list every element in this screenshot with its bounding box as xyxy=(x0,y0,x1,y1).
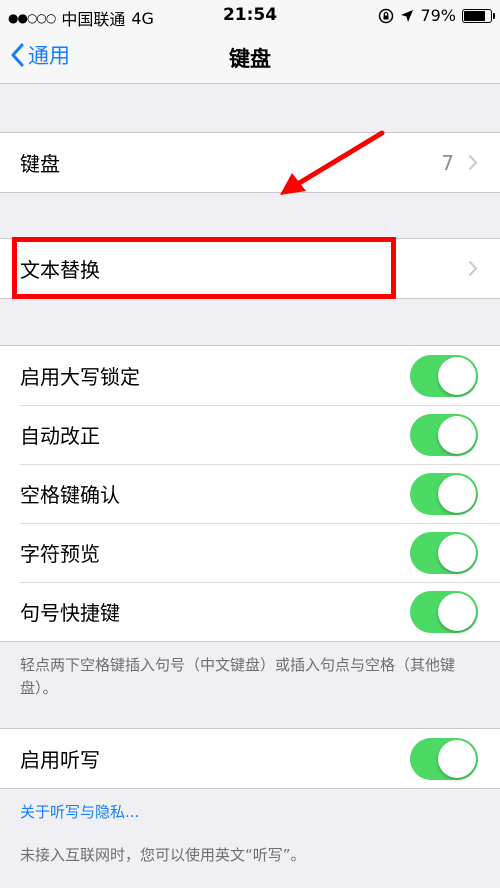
toggle-label: 启用大写锁定 xyxy=(20,365,140,389)
toggle-knob xyxy=(438,475,476,513)
chevron-right-icon xyxy=(468,154,478,171)
toggle-knob xyxy=(438,357,476,395)
keyboards-label: 键盘 xyxy=(20,152,60,176)
auto-capitalization-row: 启用大写锁定 xyxy=(0,346,500,405)
dictation-row: 启用听写 xyxy=(0,729,500,788)
period-shortcut-note: 轻点两下空格键插入句号（中文键盘）或插入句点与空格（其他键盘）。 xyxy=(20,656,456,697)
toggle-knob xyxy=(438,534,476,572)
dictation-toggle[interactable] xyxy=(410,738,478,780)
toggle-label: 字符预览 xyxy=(20,542,100,566)
keyboard-options-group: 启用大写锁定 自动改正 空格键确认 字符预览 句号快捷键 xyxy=(0,345,500,642)
dictation-note: 未接入互联网时，您可以使用英文“听写”。 xyxy=(20,846,306,864)
toggle-knob xyxy=(438,416,476,454)
space-confirm-row: 空格键确认 xyxy=(0,464,500,523)
battery-level xyxy=(464,10,485,21)
dictation-group: 启用听写 xyxy=(0,728,500,789)
auto-correction-row: 自动改正 xyxy=(0,405,500,464)
keyboards-group: 键盘 7 xyxy=(0,132,500,193)
location-arrow-icon xyxy=(401,9,414,22)
chevron-right-icon xyxy=(468,260,478,277)
keyboards-row[interactable]: 键盘 7 xyxy=(0,133,500,192)
toggle-label: 自动改正 xyxy=(20,424,100,448)
character-preview-row: 字符预览 xyxy=(0,523,500,582)
toggle-knob xyxy=(438,593,476,631)
dictation-label: 启用听写 xyxy=(20,748,100,772)
caps-lock-toggle[interactable] xyxy=(410,355,478,397)
space-confirm-toggle[interactable] xyxy=(410,473,478,515)
navigation-bar: 通用 键盘 xyxy=(0,30,500,84)
period-shortcut-row: 句号快捷键 xyxy=(0,582,500,641)
battery-percent: 79% xyxy=(420,6,456,25)
page-title: 键盘 xyxy=(229,47,271,71)
battery-icon xyxy=(462,8,495,23)
keyboards-count: 7 xyxy=(441,150,454,175)
status-bar: ●●○○○ 中国联通 4G 21:54 79% xyxy=(0,0,500,30)
annotation-arrow-icon xyxy=(280,130,385,195)
character-preview-toggle[interactable] xyxy=(410,532,478,574)
orientation-lock-icon xyxy=(379,8,394,23)
annotation-highlight-box xyxy=(12,237,396,299)
toggle-knob xyxy=(438,740,476,778)
toggle-label: 空格键确认 xyxy=(20,483,120,507)
status-right: 79% xyxy=(378,6,495,25)
toggle-label: 句号快捷键 xyxy=(20,601,120,625)
settings-screen: ●●○○○ 中国联通 4G 21:54 79% 通用 键盘 键盘 7 文本替换 … xyxy=(0,0,500,888)
auto-correction-toggle[interactable] xyxy=(410,414,478,456)
period-shortcut-toggle[interactable] xyxy=(410,591,478,633)
dictation-privacy-link[interactable]: 关于听写与隐私... xyxy=(20,801,139,822)
